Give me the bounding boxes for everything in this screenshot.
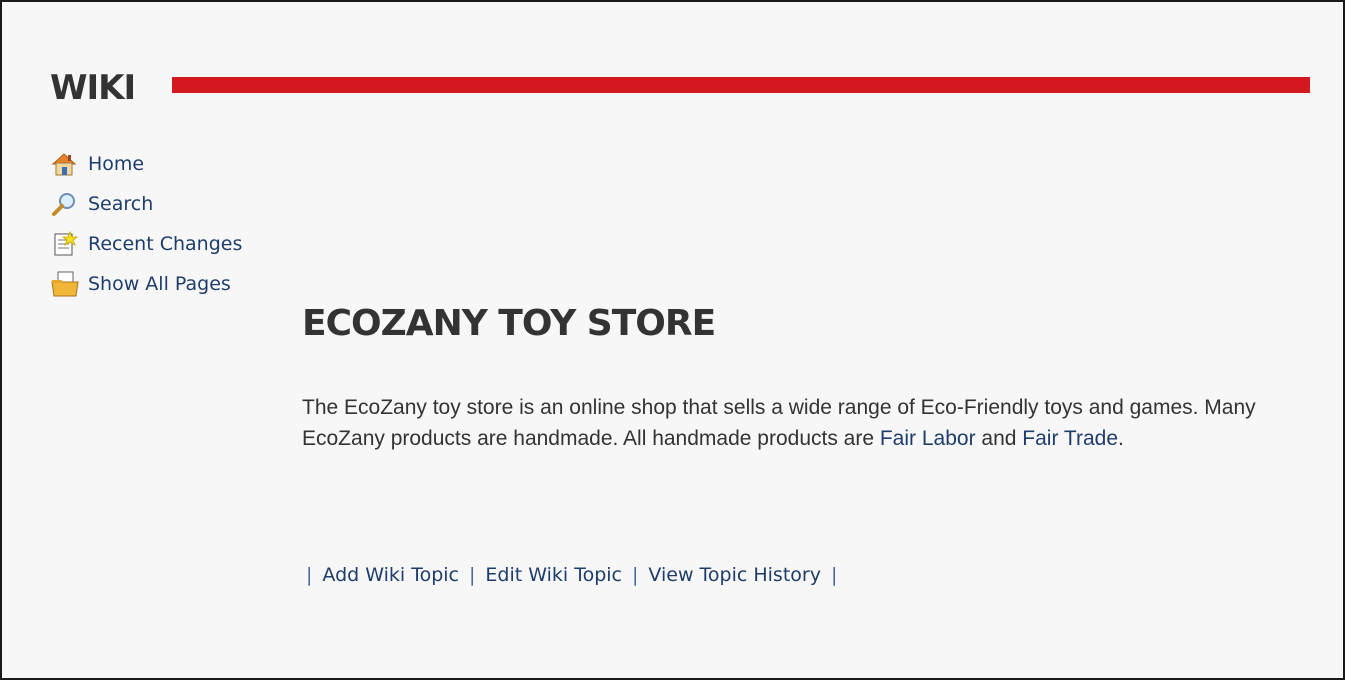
separator: | <box>830 564 838 586</box>
page-frame: WIKI Home Search Recent Changes Show All… <box>0 0 1345 680</box>
fair-labor-link[interactable]: Fair Labor <box>880 427 976 450</box>
separator: | <box>632 564 639 586</box>
wiki-nav: Home Search Recent Changes Show All Page… <box>50 144 242 304</box>
nav-item-search[interactable]: Search <box>50 184 242 224</box>
separator: | <box>469 564 476 586</box>
search-icon <box>50 190 82 218</box>
nav-item-home[interactable]: Home <box>50 144 242 184</box>
edit-wiki-topic-link[interactable]: Edit Wiki Topic <box>485 564 622 586</box>
separator: | <box>306 564 313 586</box>
nav-item-recent-changes[interactable]: Recent Changes <box>50 224 242 264</box>
topic-body-text: . <box>1118 427 1124 450</box>
view-topic-history-link[interactable]: View Topic History <box>648 564 821 586</box>
title-rule <box>172 77 1310 93</box>
topic-body: The EcoZany toy store is an online shop … <box>302 392 1312 454</box>
recent-changes-icon <box>50 230 82 258</box>
topic-body-text: and <box>975 427 1023 450</box>
nav-item-label: Search <box>88 193 154 215</box>
nav-item-label: Show All Pages <box>88 273 231 295</box>
add-wiki-topic-link[interactable]: Add Wiki Topic <box>322 564 459 586</box>
all-pages-icon <box>50 270 82 298</box>
topic-title: ECOZANY TOY STORE <box>302 303 716 344</box>
home-icon <box>50 150 82 178</box>
topic-content: ECOZANY TOY STORE The EcoZany toy store … <box>302 294 1312 454</box>
wiki-title: WIKI <box>50 68 136 108</box>
topic-actions: | Add Wiki Topic | Edit Wiki Topic | Vie… <box>306 564 847 586</box>
nav-item-show-all-pages[interactable]: Show All Pages <box>50 264 242 304</box>
nav-item-label: Recent Changes <box>88 233 243 255</box>
fair-trade-link[interactable]: Fair Trade <box>1022 427 1118 450</box>
nav-item-label: Home <box>88 153 145 175</box>
